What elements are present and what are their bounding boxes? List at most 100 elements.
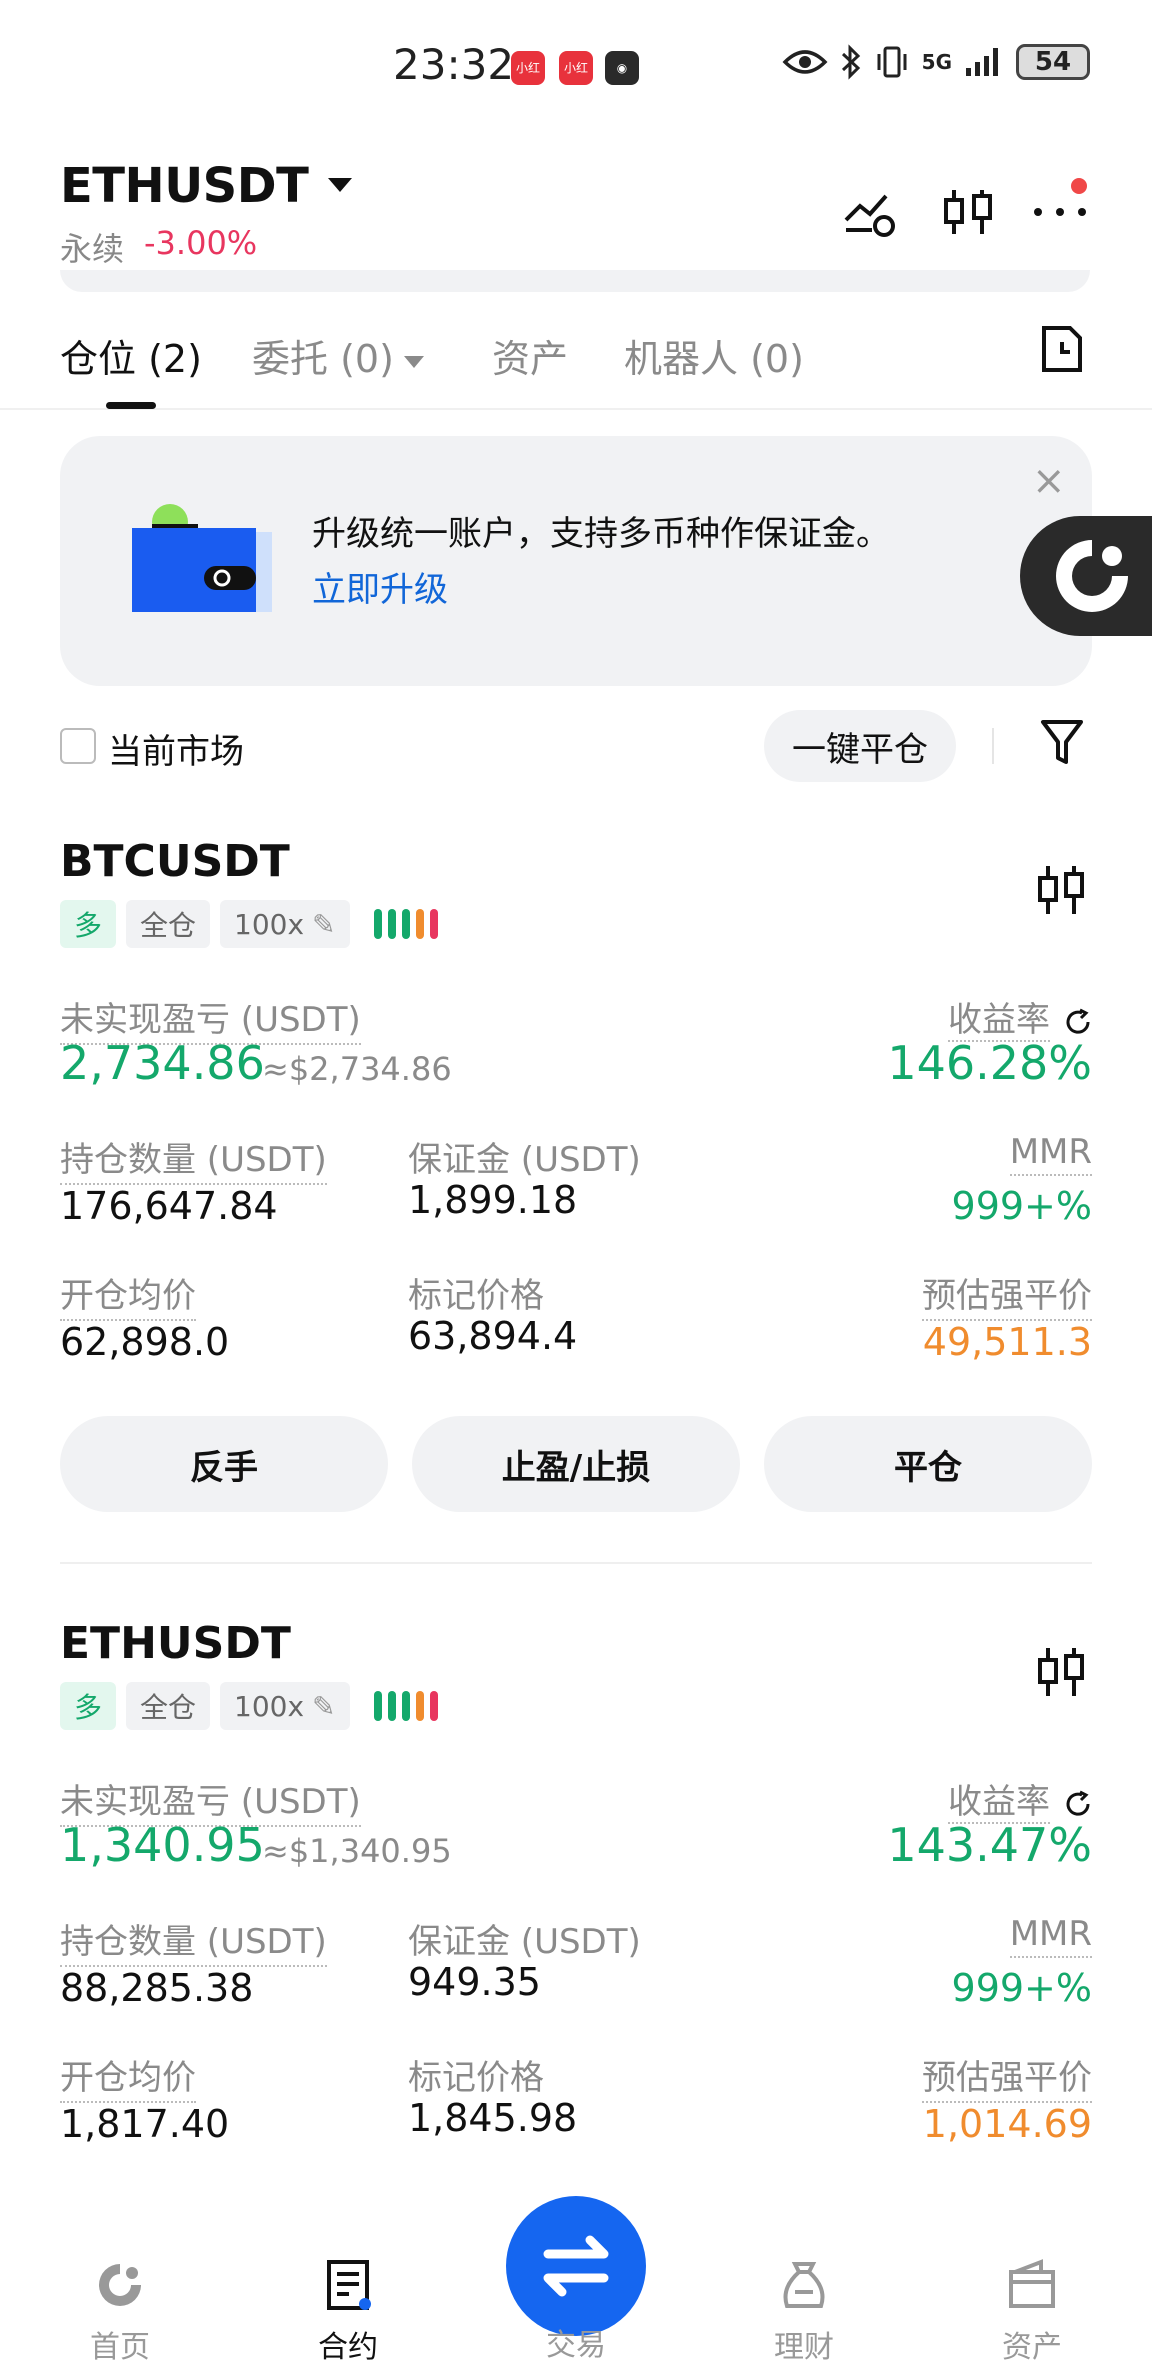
position-tags: 多 全仓 100x ✎ — [60, 900, 438, 948]
liquidation-price-label[interactable]: 预估强平价 — [922, 1268, 1092, 1321]
market-header: ETHUSDT 永续 -3.00% — [0, 140, 1152, 280]
app-notification-icon: ◉ — [605, 51, 639, 85]
app-notification-icon: 小红书 — [559, 51, 593, 109]
bluetooth-icon — [841, 44, 860, 80]
nav-earn[interactable]: 理财 — [734, 2258, 874, 2366]
notification-dot — [1071, 178, 1087, 194]
position-symbol[interactable]: BTCUSDT — [60, 836, 290, 887]
pair-title[interactable]: ETHUSDT — [60, 158, 309, 214]
history-icon[interactable] — [1040, 324, 1084, 374]
unrealized-pnl-value: 2,734.86 — [60, 1036, 265, 1090]
position-size-label[interactable]: 持仓数量 (USDT) — [60, 1132, 327, 1185]
entry-price-label[interactable]: 开仓均价 — [60, 1268, 196, 1321]
mark-price-label: 标记价格 — [408, 1276, 544, 1316]
futures-icon — [327, 2260, 371, 2310]
margin-label: 保证金 (USDT) — [408, 1140, 641, 1180]
close-position-button[interactable]: 平仓 — [764, 1416, 1092, 1512]
filter-icon[interactable] — [1040, 718, 1084, 768]
bottom-navigation: 首页 合约 交易 理财 资产 — [0, 2196, 1152, 2376]
mmr-label[interactable]: MMR — [1009, 1132, 1092, 1176]
entry-price-value: 1,817.40 — [60, 2102, 230, 2146]
eye-icon — [782, 50, 828, 74]
vibrate-icon — [877, 46, 907, 78]
banner-text: 升级统一账户，支持多币种作保证金。 — [312, 514, 890, 554]
header-strip — [60, 270, 1090, 292]
trade-swap-icon — [543, 2235, 609, 2297]
mmr-value: 999+% — [951, 1184, 1092, 1228]
upgrade-link[interactable]: 立即升级 — [312, 562, 448, 611]
mark-price-label: 标记价格 — [408, 2058, 544, 2098]
nav-earn-label: 理财 — [774, 2330, 834, 2365]
divider — [60, 1562, 1092, 1564]
position-card: BTCUSDT 多 全仓 100x ✎ 未实现盈亏 (USDT) 2,734.86… — [0, 836, 1152, 1556]
position-tags: 多 全仓 100x ✎ — [60, 1682, 438, 1730]
status-time: 23:32 — [393, 40, 515, 89]
nav-assets-label: 资产 — [1002, 2330, 1062, 2365]
liquidation-price-label[interactable]: 预估强平价 — [922, 2050, 1092, 2103]
price-change: -3.00% — [144, 224, 258, 262]
floating-assistant-button[interactable] — [1020, 516, 1152, 636]
mark-price-value: 63,894.4 — [408, 1314, 578, 1358]
margin-mode-badge: 全仓 — [126, 900, 211, 948]
leverage-badge[interactable]: 100x ✎ — [220, 900, 350, 948]
mmr-label[interactable]: MMR — [1009, 1914, 1092, 1958]
tp-sl-button[interactable]: 止盈/止损 — [412, 1416, 740, 1512]
nav-assets[interactable]: 资产 — [962, 2258, 1102, 2366]
tab-orders-label: 委托 (0) — [252, 337, 394, 381]
position-size-value: 176,647.84 — [60, 1184, 278, 1228]
trade-button[interactable] — [506, 2196, 646, 2336]
side-badge: 多 — [60, 900, 117, 948]
risk-level-indicator — [373, 1691, 438, 1721]
tab-assets[interactable]: 资产 — [492, 328, 568, 383]
close-all-button[interactable]: 一键平仓 — [764, 710, 956, 782]
nav-trade-label: 交易 — [546, 2328, 606, 2363]
margin-value: 949.35 — [408, 1960, 541, 2004]
filter-row: 当前市场 一键平仓 — [0, 700, 1152, 790]
candlestick-chart-icon[interactable] — [938, 182, 998, 242]
nav-futures-label: 合约 — [318, 2330, 378, 2365]
chevron-down-icon[interactable] — [328, 178, 352, 192]
current-market-checkbox[interactable] — [60, 728, 96, 764]
earn-icon — [783, 2262, 825, 2308]
edit-icon: ✎ — [312, 1689, 336, 1723]
leverage-value: 100x — [234, 907, 305, 941]
home-icon — [99, 2264, 141, 2306]
leverage-badge[interactable]: 100x ✎ — [220, 1682, 350, 1730]
margin-value: 1,899.18 — [408, 1178, 578, 1222]
refresh-icon[interactable] — [1064, 1790, 1092, 1818]
close-icon[interactable]: × — [1032, 458, 1066, 504]
edit-icon: ✎ — [312, 907, 336, 941]
position-size-label[interactable]: 持仓数量 (USDT) — [60, 1914, 327, 1967]
price-alert-icon[interactable] — [840, 182, 900, 242]
leverage-value: 100x — [234, 1689, 305, 1723]
margin-label: 保证金 (USDT) — [408, 1922, 641, 1962]
candlestick-chart-icon[interactable] — [1034, 1642, 1088, 1702]
reverse-button[interactable]: 反手 — [60, 1416, 388, 1512]
unrealized-pnl-value: 1,340.95 — [60, 1818, 265, 1872]
mmr-value: 999+% — [951, 1966, 1092, 2010]
tab-bots[interactable]: 机器人 (0) — [624, 328, 804, 383]
roi-value: 146.28% — [887, 1036, 1092, 1090]
current-market-label: 当前市场 — [108, 732, 244, 772]
roi-value: 143.47% — [887, 1818, 1092, 1872]
tab-positions[interactable]: 仓位 (2) — [60, 328, 202, 383]
side-badge: 多 — [60, 1682, 117, 1730]
network-label: 5G — [921, 50, 952, 74]
tab-orders[interactable]: 委托 (0) — [252, 328, 424, 383]
status-indicators: 5G 54 — [782, 44, 1090, 80]
candlestick-chart-icon[interactable] — [1034, 860, 1088, 920]
liquidation-price-value: 49,511.3 — [922, 1320, 1092, 1364]
margin-mode-badge: 全仓 — [126, 1682, 211, 1730]
wallet-illustration-icon — [132, 504, 272, 612]
position-symbol[interactable]: ETHUSDT — [60, 1618, 291, 1669]
nav-home[interactable]: 首页 — [50, 2258, 190, 2366]
signal-icon — [966, 48, 998, 76]
app-notification-icon: 小红书 — [511, 51, 545, 109]
entry-price-value: 62,898.0 — [60, 1320, 230, 1364]
nav-futures[interactable]: 合约 — [278, 2258, 418, 2366]
refresh-icon[interactable] — [1064, 1008, 1092, 1036]
unrealized-pnl-usd: ≈$1,340.95 — [262, 1832, 452, 1870]
position-size-value: 88,285.38 — [60, 1966, 254, 2010]
entry-price-label[interactable]: 开仓均价 — [60, 2050, 196, 2103]
contract-type: 永续 — [60, 230, 125, 268]
